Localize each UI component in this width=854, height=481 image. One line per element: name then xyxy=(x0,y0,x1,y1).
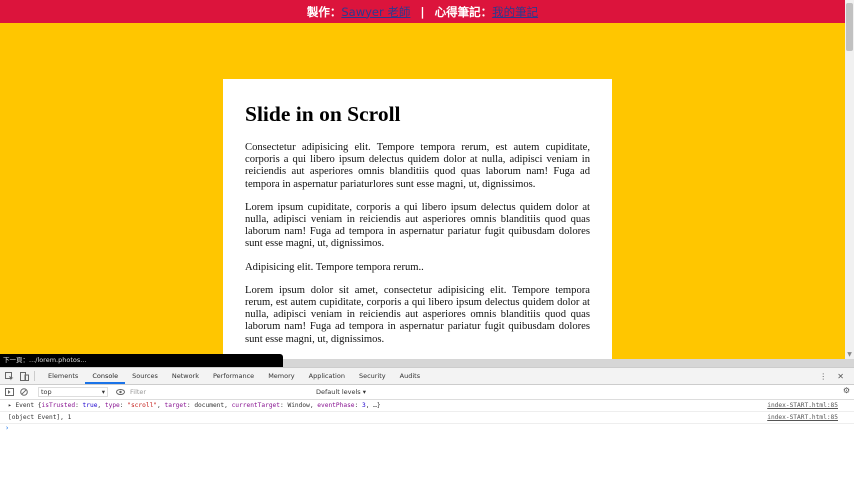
separator: | xyxy=(420,4,425,19)
console-source-link[interactable]: index-START.html:85 xyxy=(767,400,838,411)
filter-input[interactable]: Filter xyxy=(130,387,310,397)
inspect-icon[interactable] xyxy=(3,370,15,382)
page-scrollbar[interactable]: ▼ xyxy=(845,0,854,359)
scroll-down-arrow-icon[interactable]: ▼ xyxy=(846,351,853,359)
sidebar-toggle-icon[interactable] xyxy=(3,386,15,398)
paragraph-1: Consectetur adipisicing elit. Tempore te… xyxy=(245,142,590,190)
devtools-tabbar: Elements Console Sources Network Perform… xyxy=(0,368,854,385)
horizontal-scrollbar[interactable] xyxy=(283,359,854,367)
devtools-panel: Elements Console Sources Network Perform… xyxy=(0,367,854,481)
chevron-down-icon: ▾ xyxy=(101,388,105,396)
status-url: 下一頁：.../lorem.photos... xyxy=(0,354,283,367)
paragraph-3: Adipisicing elit. Tempore tempora rerum.… xyxy=(245,261,424,273)
tab-application[interactable]: Application xyxy=(302,368,352,384)
console-message: [object Event], 1 xyxy=(8,414,72,421)
console-prompt[interactable]: › xyxy=(5,424,9,432)
notes-link[interactable]: 我的筆記 xyxy=(492,4,538,20)
credits-bar: 製作： Sawyer 老師 | 心得筆記： 我的筆記 xyxy=(0,0,845,23)
tab-sources[interactable]: Sources xyxy=(125,368,165,384)
paragraph-2: Lorem ipsum cupiditate, corporis a qui l… xyxy=(245,201,590,250)
close-icon[interactable]: ✕ xyxy=(837,372,844,381)
tab-audits[interactable]: Audits xyxy=(393,368,427,384)
console-row[interactable]: ▸ Event {isTrusted: true, type: "scroll"… xyxy=(0,400,854,412)
tab-security[interactable]: Security xyxy=(352,368,393,384)
tab-performance[interactable]: Performance xyxy=(206,368,261,384)
maker-link[interactable]: Sawyer 老師 xyxy=(341,4,410,20)
levels-select[interactable]: Default levels ▾ xyxy=(316,388,366,396)
maker-label: 製作： xyxy=(306,4,342,19)
tab-memory[interactable]: Memory xyxy=(261,368,301,384)
page-viewport[interactable]: Slide in on Scroll Consectetur adipisici… xyxy=(0,23,845,359)
context-value: top xyxy=(41,388,52,396)
clear-console-icon[interactable] xyxy=(18,386,30,398)
context-select[interactable]: top ▾ xyxy=(38,387,108,397)
device-toggle-icon[interactable] xyxy=(18,370,30,382)
content-card: Slide in on Scroll Consectetur adipisici… xyxy=(223,79,612,359)
tab-network[interactable]: Network xyxy=(165,368,206,384)
tab-console[interactable]: Console xyxy=(85,368,126,384)
gear-icon[interactable]: ⚙ xyxy=(843,386,850,395)
console-source-link[interactable]: index-START.html:85 xyxy=(767,412,838,423)
notes-label: 心得筆記： xyxy=(434,4,493,19)
eye-icon[interactable] xyxy=(114,386,126,398)
more-vertical-icon[interactable]: ⋮ xyxy=(819,372,827,381)
console-toolbar: top ▾ Filter Default levels ▾ ⚙ xyxy=(0,385,854,400)
toolbar-divider xyxy=(34,371,35,381)
console-row[interactable]: [object Event], 1 index-START.html:85 xyxy=(0,412,854,424)
paragraph-4: Lorem ipsum dolor sit amet, consectetur … xyxy=(245,284,590,345)
scrollbar-thumb[interactable] xyxy=(846,3,853,51)
tab-elements[interactable]: Elements xyxy=(41,368,85,384)
page-title: Slide in on Scroll xyxy=(245,102,401,126)
console-message: ▸ Event {isTrusted: true, type: "scroll"… xyxy=(8,402,381,409)
